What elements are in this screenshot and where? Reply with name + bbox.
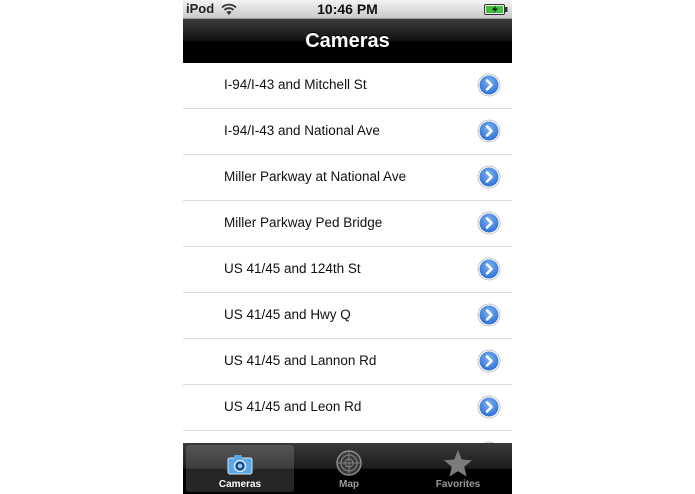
status-bar: iPod 10:46 PM	[183, 0, 512, 19]
list-item[interactable]: I-94/I-43 and Mitchell St	[183, 63, 512, 109]
tab-map[interactable]: Map	[295, 445, 403, 492]
camera-name: Miller Parkway Ped Bridge	[224, 215, 383, 230]
list-item[interactable]: I-94/I-43 and National Ave	[183, 109, 512, 155]
camera-name: I-94/I-43 and Mitchell St	[224, 77, 367, 92]
camera-name: Miller Parkway at National Ave	[224, 169, 407, 184]
list-item[interactable]: Miller Parkway Ped Bridge	[183, 201, 512, 247]
detail-disclosure-icon[interactable]	[477, 211, 501, 235]
detail-disclosure-icon[interactable]	[477, 73, 501, 97]
tab-cameras[interactable]: Cameras	[186, 445, 294, 492]
detail-disclosure-icon[interactable]	[477, 257, 501, 281]
tab-bar: Cameras Map Favorites	[183, 443, 512, 494]
tab-favorites[interactable]: Favorites	[404, 445, 512, 492]
list-item[interactable]: Miller Parkway at National Ave	[183, 155, 512, 201]
list-item[interactable]: US 41/45 and 124th St	[183, 247, 512, 293]
tab-label: Cameras	[218, 479, 262, 490]
radar-icon	[336, 450, 362, 476]
detail-disclosure-icon[interactable]	[477, 119, 501, 143]
detail-disclosure-icon[interactable]	[477, 349, 501, 373]
camera-name: US 41/45 and Leon Rd	[224, 399, 362, 414]
camera-name: US 41/45 and Lannon Rd	[224, 353, 377, 368]
phone-screen: iPod 10:46 PM Cameras I-94/I-43 and Mitc…	[183, 0, 512, 494]
battery-charging-icon	[484, 4, 508, 15]
detail-disclosure-icon[interactable]	[477, 395, 501, 419]
list-item[interactable]: US 41/45 and Lannon Rd	[183, 339, 512, 385]
page-title: Cameras	[305, 30, 390, 52]
list-item[interactable]: US 41/45 and Hwy Q	[183, 293, 512, 339]
tab-label: Favorites	[435, 479, 481, 490]
list-item[interactable]: US 41/45 and Leon Rd	[183, 385, 512, 431]
camera-name: US 41/45 and Hwy Q	[224, 307, 351, 322]
camera-name: US 41/45 and 124th St	[224, 261, 361, 276]
status-time: 10:46 PM	[317, 1, 378, 17]
camera-list[interactable]: I-94/I-43 and Mitchell St I-94/I-43 and N…	[183, 63, 512, 443]
star-icon	[444, 450, 472, 477]
tab-label: Map	[339, 479, 359, 490]
list-item[interactable]: US 41/45 and Park Pl	[183, 431, 512, 443]
detail-disclosure-icon[interactable]	[477, 165, 501, 189]
camera-name: I-94/I-43 and National Ave	[224, 123, 380, 138]
navigation-bar: Cameras	[183, 19, 512, 63]
camera-icon	[227, 455, 253, 475]
detail-disclosure-icon[interactable]	[477, 303, 501, 327]
